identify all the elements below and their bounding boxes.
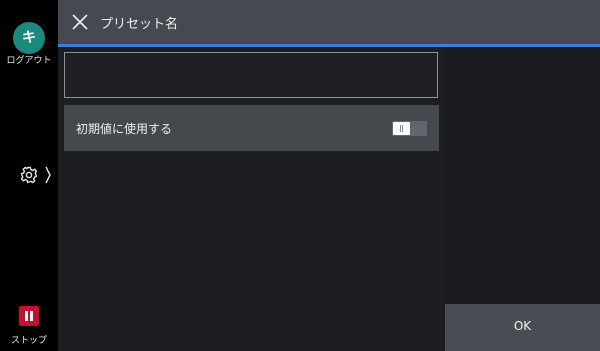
chevron-right-icon [45, 166, 51, 184]
toggle-knob [393, 122, 410, 135]
ok-button[interactable]: OK [445, 304, 600, 351]
stop-label: ストップ [10, 336, 47, 346]
sidebar: キ ログアウト ストップ [0, 0, 58, 351]
close-icon [72, 14, 88, 30]
main-area: プリセット名 初期値に使用する OK [58, 0, 600, 351]
settings-button[interactable] [14, 160, 58, 190]
close-button[interactable] [66, 8, 94, 36]
logout-label: ログアウト [6, 56, 52, 66]
use-as-default-row[interactable]: 初期値に使用する [64, 105, 439, 151]
use-as-default-label: 初期値に使用する [76, 122, 173, 136]
stop-button[interactable]: ストップ [0, 302, 58, 348]
gear-icon [20, 166, 51, 184]
user-avatar-icon: キ [13, 22, 45, 54]
use-as-default-toggle[interactable] [392, 121, 427, 136]
preset-name-input[interactable] [64, 52, 438, 98]
page-title: プリセット名 [100, 17, 179, 32]
stop-icon [19, 306, 39, 326]
header-bar: プリセット名 [58, 0, 600, 44]
ok-label: OK [513, 319, 532, 333]
logout-button[interactable]: キ ログアウト [0, 20, 58, 70]
